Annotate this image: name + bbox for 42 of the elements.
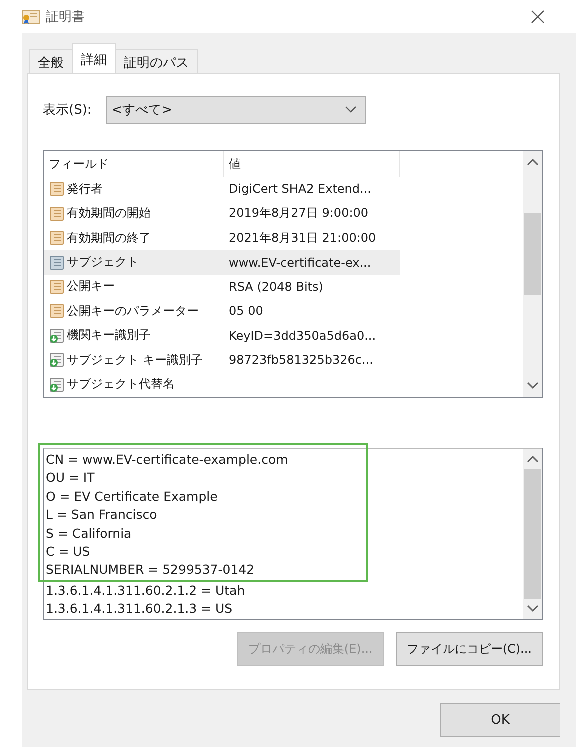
column-header[interactable]: フィールド — [44, 151, 224, 177]
show-label: 表示(S): — [43, 102, 92, 119]
tab[interactable]: 全般 — [29, 49, 73, 73]
column-header[interactable]: 値 — [224, 151, 400, 177]
field-row[interactable]: 公開キー RSA (2048 Bits) — [44, 274, 400, 300]
certificate-icon — [49, 206, 65, 222]
field-row[interactable]: 公開キーのパラメーター 05 00 — [44, 299, 400, 324]
copy-to-file-button[interactable]: ファイルにコピー(C)... — [396, 632, 543, 666]
window-title: 証明書 — [46, 8, 86, 26]
close-icon[interactable] — [530, 8, 546, 24]
field-row[interactable]: 機関キー識別子 KeyID=3dd350a5d6a0... — [44, 324, 400, 348]
detail-line: O = EV Certificate Example — [46, 488, 219, 506]
detail-line: 1.3.6.1.4.1.311.60.2.1.2 = Utah — [46, 582, 246, 600]
scrollbar-thumb[interactable] — [524, 469, 541, 599]
detail-line: 1.3.6.1.4.1.311.60.2.1.3 = US — [46, 600, 234, 618]
field-row[interactable]: サブジェクト代替名 — [44, 372, 400, 397]
tab[interactable]: 証明のパス — [115, 49, 198, 73]
detail-line: C = US — [46, 542, 92, 561]
show-dropdown[interactable]: <すべて> — [106, 96, 366, 124]
field-row[interactable]: 有効期間の終了 2021年8月31日 21:00:00 — [44, 226, 400, 250]
field-row[interactable]: サブジェクト キー識別子 98723fb581325b326c... — [44, 348, 400, 372]
certificate-icon — [22, 10, 40, 24]
tab[interactable]: 詳細 — [72, 43, 116, 73]
detail-line: SERIALNUMBER = 5299537-0142 — [46, 561, 256, 580]
field-row[interactable]: 有効期間の開始 2019年8月27日 9:00:00 — [44, 201, 400, 226]
certificate-icon — [49, 303, 65, 320]
certificate-icon — [49, 278, 65, 295]
detail-line: S = California — [46, 524, 133, 543]
chevron-down-icon — [344, 106, 357, 114]
ok-button[interactable]: OK — [440, 703, 560, 737]
scroll-up-icon[interactable] — [526, 158, 538, 166]
scroll-down-icon[interactable] — [526, 382, 538, 390]
certificate-icon — [49, 230, 65, 246]
scroll-down-icon[interactable] — [526, 605, 538, 613]
certificate-icon — [49, 181, 65, 198]
certificate-icon — [49, 254, 65, 271]
scrollbar-thumb[interactable] — [524, 213, 541, 295]
field-row[interactable]: 発行者 DigiCert SHA2 Extend... — [44, 177, 400, 202]
scroll-up-icon[interactable] — [526, 455, 538, 463]
detail-line: CN = www.EV-certificate-example.com — [46, 451, 290, 469]
detail-line: OU = IT — [46, 469, 96, 488]
detail-line: L = San Francisco — [46, 506, 158, 524]
